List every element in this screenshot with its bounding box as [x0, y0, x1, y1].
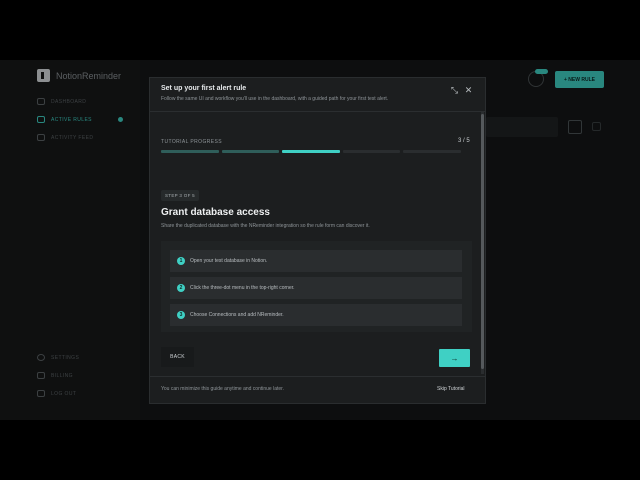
progress-segment [282, 150, 340, 153]
arrow-right-icon: → [450, 353, 459, 363]
step-number: 2 [177, 284, 185, 292]
modal-scrollbar[interactable] [481, 112, 484, 374]
modal-header: Set up your first alert rule Follow the … [150, 78, 485, 112]
step-title: Grant database access [161, 207, 270, 218]
instructions-panel: 1 Open your test database in Notion. 2 C… [161, 241, 472, 332]
skip-tutorial-button[interactable]: Skip Tutorial [437, 386, 465, 392]
instruction-item: 3 Choose Connections and add NReminder. [170, 304, 462, 326]
step-number: 3 [177, 311, 185, 319]
progress-count: 3 / 5 [458, 138, 470, 144]
progress-segment [403, 150, 461, 153]
close-icon[interactable]: ✕ [463, 85, 474, 96]
instruction-text: Choose Connections and add NReminder. [190, 312, 284, 318]
app-window: NotionReminder DASHBOARD ACTIVE RULES AC… [0, 60, 640, 420]
instruction-item: 1 Open your test database in Notion. [170, 250, 462, 272]
progress-segment [342, 150, 401, 153]
progress-segment [161, 150, 219, 153]
step-badge: STEP 3 OF 5 [161, 190, 199, 201]
instruction-text: Open your test database in Notion. [190, 258, 268, 264]
progress-segment [221, 150, 280, 153]
instruction-item: 2 Click the three-dot menu in the top-ri… [170, 277, 462, 299]
back-button[interactable]: BACK [161, 347, 194, 367]
step-description: Share the duplicated database with the N… [161, 223, 370, 229]
footer-note: You can minimize this guide anytime and … [161, 386, 284, 392]
modal-footer: You can minimize this guide anytime and … [150, 376, 485, 404]
modal-subtitle: Follow the same UI and workflow you'll u… [161, 96, 389, 102]
modal-title: Set up your first alert rule [161, 85, 247, 92]
next-button[interactable]: → [439, 349, 470, 367]
instruction-text: Click the three-dot menu in the top-righ… [190, 285, 295, 291]
tutorial-modal: Set up your first alert rule Follow the … [149, 77, 486, 404]
step-number: 1 [177, 257, 185, 265]
progress-label: TUTORIAL PROGRESS [161, 139, 222, 145]
scrollbar-thumb[interactable] [481, 114, 484, 369]
minimize-icon[interactable]: ⤡ [449, 85, 460, 96]
